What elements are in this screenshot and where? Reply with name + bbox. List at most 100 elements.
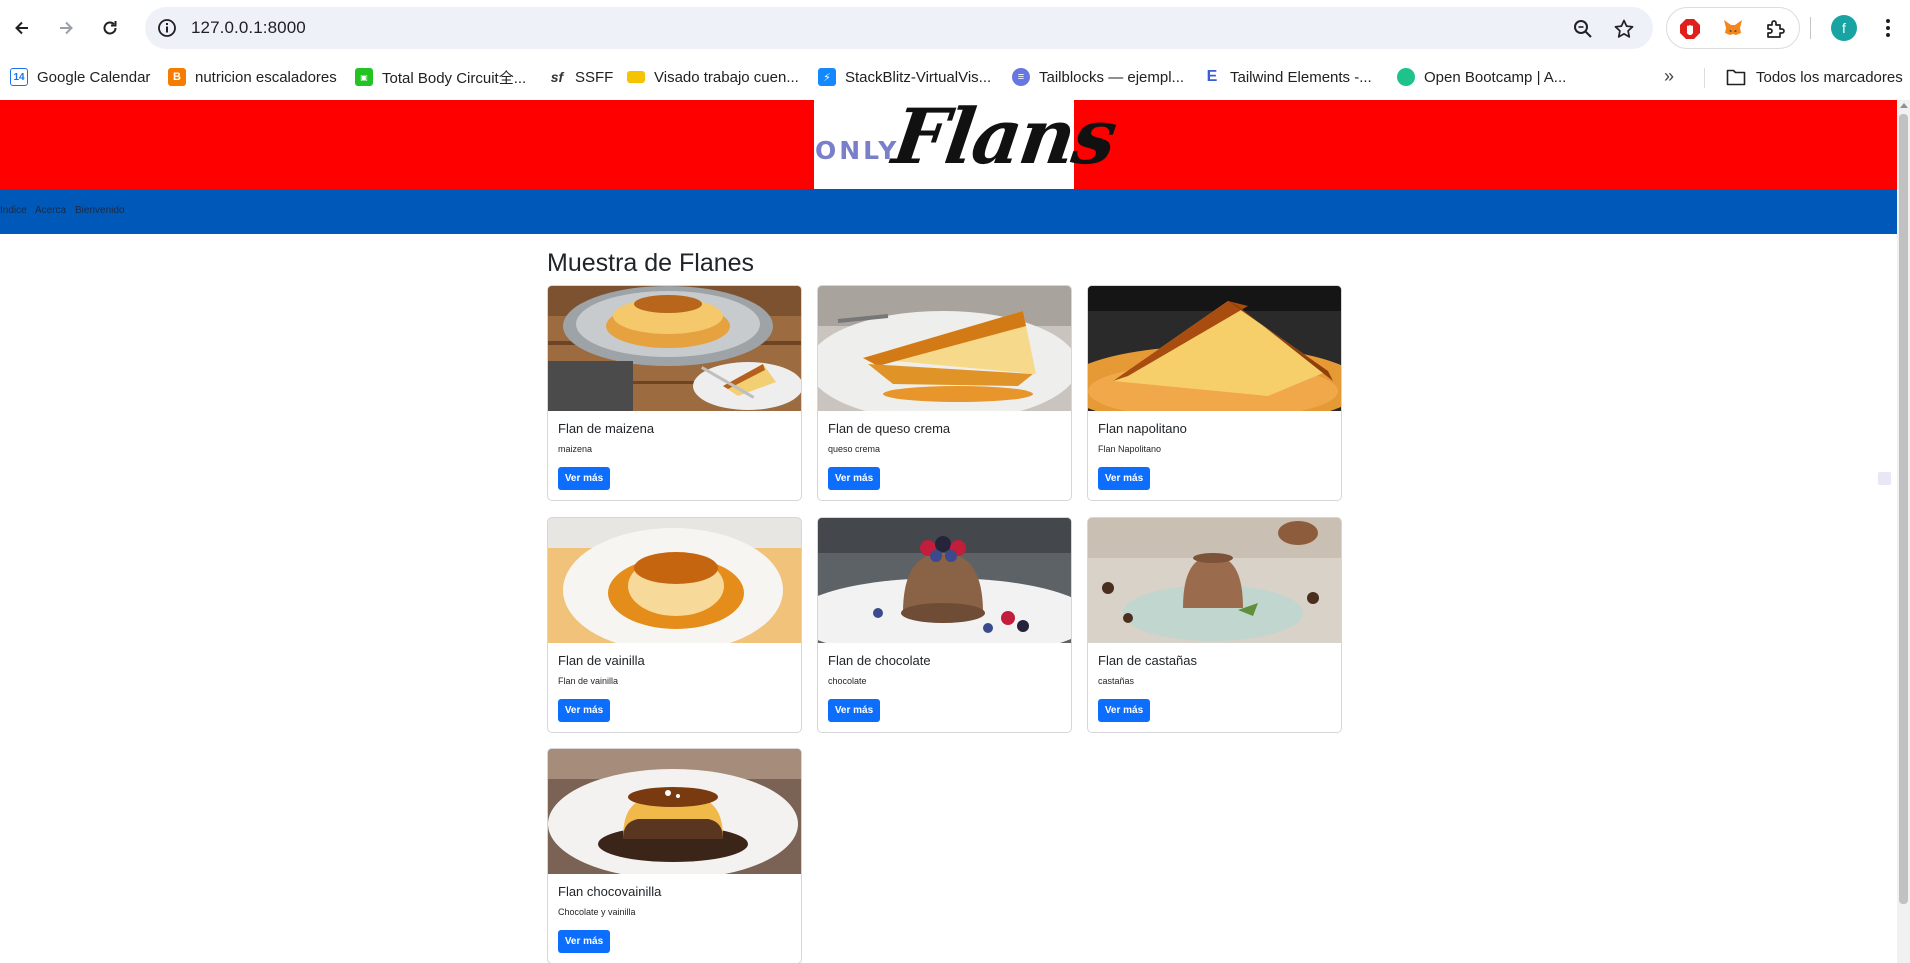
bookmark-label: Total Body Circuit全... — [382, 69, 527, 87]
url-text[interactable]: 127.0.0.1:8000 — [191, 18, 306, 38]
card-text: Flan Napolitano — [1098, 444, 1162, 454]
bookmark-label: Open Bootcamp | A... — [1424, 68, 1567, 86]
bookmark-label: Visado trabajo cuen... — [654, 68, 799, 86]
page-scrollbar[interactable] — [1897, 100, 1910, 963]
cheese-flan-slice-photo — [818, 286, 1071, 411]
extensions-group — [1666, 7, 1800, 49]
card-text: castañas — [1098, 676, 1135, 686]
bookmark-tailblocks[interactable]: ≡ Tailblocks — ejempl... — [1012, 66, 1184, 88]
flan-card: Flan de castañas castañas Ver más — [1087, 517, 1342, 733]
site-logo[interactable]: ONLY Flans — [814, 100, 1120, 189]
nav-link-acerca[interactable]: Acerca — [35, 205, 66, 216]
game-icon: ▣ — [355, 68, 373, 86]
ver-mas-button[interactable]: Ver más — [828, 467, 880, 490]
calendar-icon: 14 — [10, 68, 28, 86]
chocolate-flan-berries-photo — [818, 518, 1071, 643]
menu-kebab-icon[interactable] — [1876, 14, 1900, 42]
vanilla-flan-photo — [548, 518, 801, 643]
site-info-icon[interactable] — [156, 17, 178, 39]
logo-only-text: ONLY — [815, 136, 900, 165]
stackblitz-icon: ⚡ — [818, 68, 836, 86]
card-title: Flan de maizena — [558, 421, 655, 436]
ver-mas-button[interactable]: Ver más — [558, 930, 610, 953]
ver-mas-button[interactable]: Ver más — [558, 699, 610, 722]
bookmark-label: nutricion escaladores — [195, 68, 337, 86]
page-viewport: ONLY Flans Indice Acerca Bienvenido Mues… — [0, 100, 1897, 963]
metamask-fox-icon[interactable] — [1721, 17, 1745, 41]
bookmark-tailwind-elements[interactable]: E Tailwind Elements -... — [1203, 66, 1372, 88]
bookmark-label: Todos los marcadores — [1756, 68, 1903, 86]
reload-button[interactable] — [94, 12, 126, 44]
napolitano-slice-photo — [1088, 286, 1341, 411]
logo-flans-text: Flans — [887, 100, 1121, 181]
bookmark-star-icon[interactable] — [1612, 17, 1636, 41]
bookmark-label: Tailwind Elements -... — [1230, 68, 1372, 86]
bookmark-nutricion[interactable]: B nutricion escaladores — [168, 66, 337, 88]
scroll-up-arrow-icon[interactable] — [1900, 103, 1908, 108]
bookmark-label: Google Calendar — [37, 68, 151, 86]
more-bookmarks-button[interactable]: » — [1664, 66, 1674, 87]
bookmark-label: SSFF — [575, 68, 614, 86]
ver-mas-button[interactable]: Ver más — [828, 699, 880, 722]
openbootcamp-icon — [1397, 68, 1415, 86]
bookmark-total-body[interactable]: ▣ Total Body Circuit全... — [355, 66, 526, 88]
ver-mas-button[interactable]: Ver más — [1098, 699, 1150, 722]
card-title: Flan de chocolate — [828, 653, 931, 668]
nav-link-bienvenido[interactable]: Bienvenido — [75, 205, 124, 216]
adblock-icon[interactable] — [1678, 17, 1702, 41]
ver-mas-button[interactable]: Ver más — [1098, 467, 1150, 490]
bookmarks-separator — [1704, 68, 1705, 88]
flan-card: Flan de maizena maizena Ver más — [547, 285, 802, 501]
reload-icon — [103, 21, 117, 35]
folder-icon — [1726, 69, 1746, 86]
flan-card: Flan de chocolate chocolate Ver más — [817, 517, 1072, 733]
browser-toolbar: 127.0.0.1:8000 f — [0, 0, 1910, 56]
forward-button[interactable] — [50, 12, 82, 44]
page-title: Muestra de Flanes — [547, 249, 755, 277]
chocovanilla-flan-photo — [548, 749, 801, 874]
ver-mas-button[interactable]: Ver más — [558, 467, 610, 490]
scrollbar-thumb[interactable] — [1899, 114, 1908, 904]
bookmark-label: StackBlitz-VirtualVis... — [845, 68, 992, 86]
bookmark-ssff[interactable]: sf SSFF — [548, 66, 614, 88]
extensions-puzzle-icon[interactable] — [1763, 17, 1787, 41]
bookmark-google-calendar[interactable]: 14 Google Calendar — [10, 66, 150, 88]
chestnut-flan-photo — [1088, 518, 1341, 643]
card-title: Flan napolitano — [1098, 421, 1187, 436]
card-text: chocolate — [828, 676, 867, 686]
bookmark-visado[interactable]: Visado trabajo cuen... — [627, 66, 799, 88]
toolbar-separator — [1810, 17, 1811, 39]
card-text: Chocolate y vainilla — [558, 907, 636, 917]
blogger-icon: B — [168, 68, 186, 86]
address-bar[interactable]: 127.0.0.1:8000 — [145, 7, 1653, 49]
site-navbar: Indice Acerca Bienvenido — [0, 189, 1897, 234]
floating-extension-widget-icon[interactable] — [1878, 472, 1891, 485]
card-text: queso crema — [828, 444, 881, 454]
card-title: Flan de queso crema — [828, 421, 951, 436]
card-title: Flan de vainilla — [558, 653, 645, 668]
all-bookmarks-button[interactable]: Todos los marcadores — [1726, 66, 1903, 88]
flan-card: Flan de queso crema queso crema Ver más — [817, 285, 1072, 501]
site-header: ONLY Flans — [0, 100, 1897, 189]
bookmark-stackblitz[interactable]: ⚡ StackBlitz-VirtualVis... — [818, 66, 991, 88]
card-text: maizena — [558, 444, 593, 454]
card-text: Flan de vainilla — [558, 676, 619, 686]
bookmark-open-bootcamp[interactable]: Open Bootcamp | A... — [1397, 66, 1566, 88]
bookmarks-bar: 14 Google Calendar B nutricion escalador… — [0, 56, 1910, 98]
profile-avatar[interactable]: f — [1831, 15, 1857, 41]
forward-arrow-icon — [60, 21, 73, 35]
back-button[interactable] — [6, 12, 38, 44]
tailwind-elements-icon: E — [1206, 68, 1218, 85]
sf-icon: sf — [550, 69, 564, 85]
bookmark-label: Tailblocks — ejempl... — [1039, 68, 1185, 86]
flan-card: Flan chocovainilla Chocolate y vainilla … — [547, 748, 802, 963]
zoom-icon[interactable] — [1571, 17, 1595, 41]
card-title: Flan chocovainilla — [558, 884, 662, 899]
flan-plate-photo — [548, 286, 801, 411]
flan-card: Flan de vainilla Flan de vainilla Ver má… — [547, 517, 802, 733]
nav-link-indice[interactable]: Indice — [0, 205, 27, 216]
flan-card: Flan napolitano Flan Napolitano Ver más — [1087, 285, 1342, 501]
card-title: Flan de castañas — [1098, 653, 1198, 668]
tailblocks-icon: ≡ — [1012, 68, 1030, 86]
folder-doc-icon — [627, 71, 645, 83]
